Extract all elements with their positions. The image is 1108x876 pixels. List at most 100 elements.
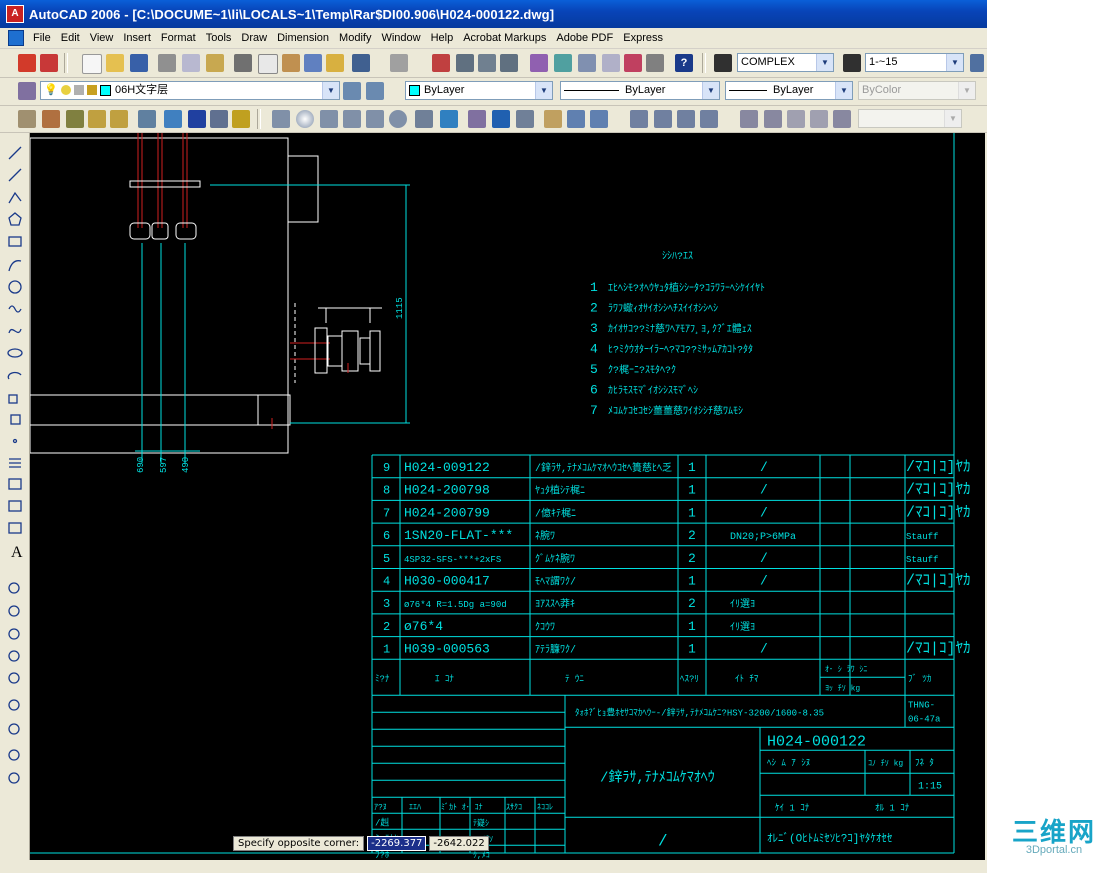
pan-icon[interactable] bbox=[432, 54, 450, 72]
dimension-style-icon[interactable] bbox=[843, 54, 861, 72]
menu-dimension[interactable]: Dimension bbox=[274, 32, 336, 44]
viewport-dialog-icon[interactable] bbox=[764, 110, 782, 128]
drawing-area[interactable]: 1115 690 597 490 ｼｼﾊ?ｴｽ 1 ｴﾋﾍｼﾓ?ｵﾍｳﾔｭﾀ植ｼｼ… bbox=[30, 133, 985, 860]
dimension-aligned-icon[interactable] bbox=[66, 110, 84, 128]
layer-isolate-icon[interactable] bbox=[210, 110, 228, 128]
layer-previous-icon[interactable] bbox=[366, 82, 384, 100]
design-center-icon[interactable] bbox=[554, 54, 572, 72]
pdf-options-icon[interactable] bbox=[40, 54, 58, 72]
unlock-icon[interactable] bbox=[232, 110, 250, 128]
dimension-linear-icon[interactable] bbox=[42, 110, 60, 128]
help-icon[interactable]: ? bbox=[675, 54, 693, 72]
viewport-polygon-icon[interactable] bbox=[787, 110, 805, 128]
menu-insert[interactable]: Insert bbox=[120, 32, 158, 44]
open-icon[interactable] bbox=[106, 54, 124, 72]
table-style-icon[interactable] bbox=[970, 54, 984, 72]
setup-profile-icon[interactable] bbox=[590, 110, 608, 128]
setup-drawing-icon[interactable] bbox=[544, 110, 562, 128]
autocad-app-icon[interactable]: A bbox=[6, 5, 24, 23]
chevron-down-icon[interactable]: ▼ bbox=[702, 82, 719, 99]
coordinate-x-input[interactable]: -2269.377 bbox=[367, 836, 427, 851]
tool-palettes-icon[interactable] bbox=[578, 54, 596, 72]
menu-acrobat-markups[interactable]: Acrobat Markups bbox=[460, 32, 553, 44]
redo-icon[interactable] bbox=[390, 54, 408, 72]
snowflake-icon[interactable] bbox=[138, 110, 156, 128]
undo-icon[interactable] bbox=[352, 54, 370, 72]
plot-preview-icon[interactable] bbox=[182, 54, 200, 72]
menu-view[interactable]: View bbox=[87, 32, 121, 44]
lineweight-select[interactable]: ByLayer ▼ bbox=[725, 81, 853, 100]
save-icon[interactable] bbox=[130, 54, 148, 72]
coordinate-y-input[interactable]: -2642.022 bbox=[429, 836, 489, 851]
subtract-icon[interactable] bbox=[654, 110, 672, 128]
zoom-realtime-icon[interactable] bbox=[456, 54, 474, 72]
zoom-previous-icon[interactable] bbox=[500, 54, 518, 72]
interfere-icon[interactable] bbox=[516, 110, 534, 128]
section-icon[interactable] bbox=[468, 110, 486, 128]
copy-icon[interactable] bbox=[258, 54, 278, 74]
extrude-icon[interactable] bbox=[415, 110, 433, 128]
layer-select[interactable]: 💡 06H文字层 ▼ bbox=[40, 81, 340, 100]
sphere-icon[interactable] bbox=[296, 110, 314, 128]
viewport-clip-icon[interactable] bbox=[833, 110, 851, 128]
markup-icon[interactable] bbox=[624, 54, 642, 72]
chevron-down-icon[interactable]: ▼ bbox=[535, 82, 552, 99]
match-properties-icon[interactable] bbox=[304, 54, 322, 72]
cylinder-icon[interactable] bbox=[320, 110, 338, 128]
color-select[interactable]: ByLayer ▼ bbox=[405, 81, 553, 100]
new-icon[interactable] bbox=[82, 54, 102, 74]
menu-tools[interactable]: Tools bbox=[203, 32, 239, 44]
light-bulb-on-icon[interactable] bbox=[164, 110, 182, 128]
menu-file[interactable]: File bbox=[30, 32, 58, 44]
title-bar[interactable]: A AutoCAD 2006 - [C:\DOCUME~1\li\LOCALS~… bbox=[0, 0, 987, 28]
calculator-icon[interactable] bbox=[646, 54, 664, 72]
properties-icon[interactable] bbox=[530, 54, 548, 72]
bom-header-material: ｲﾄ ﾁﾏ bbox=[735, 673, 759, 684]
text-style-icon[interactable] bbox=[714, 54, 732, 72]
menu-help[interactable]: Help bbox=[428, 32, 461, 44]
chevron-down-icon[interactable]: ▼ bbox=[322, 82, 339, 99]
block-editor-icon[interactable] bbox=[326, 54, 344, 72]
sheet-set-icon[interactable] bbox=[602, 54, 620, 72]
cad-drawing[interactable]: 1115 690 597 490 ｼｼﾊ?ｴｽ 1 ｴﾋﾍｼﾓ?ｵﾍｳﾔｭﾀ植ｼｼ… bbox=[30, 133, 985, 860]
viewport-single-icon[interactable] bbox=[740, 110, 758, 128]
pdf-icon[interactable] bbox=[18, 54, 36, 72]
menu-express[interactable]: Express bbox=[620, 32, 670, 44]
linetype-select[interactable]: ByLayer ▼ bbox=[560, 81, 720, 100]
solid-edit-icon[interactable] bbox=[700, 110, 718, 128]
pin-icon[interactable] bbox=[188, 110, 206, 128]
chevron-down-icon[interactable]: ▼ bbox=[835, 82, 852, 99]
dimension-style-select[interactable]: 1-~15 ▼ bbox=[865, 53, 964, 72]
menu-window[interactable]: Window bbox=[378, 32, 427, 44]
intersect-icon[interactable] bbox=[677, 110, 695, 128]
setup-view-icon[interactable] bbox=[567, 110, 585, 128]
menu-format[interactable]: Format bbox=[158, 32, 203, 44]
point-icon bbox=[12, 438, 18, 444]
cone-icon[interactable] bbox=[343, 110, 361, 128]
text-style-select[interactable]: COMPLEX ▼ bbox=[737, 53, 834, 72]
mtext-icon[interactable] bbox=[110, 110, 128, 128]
paste-icon[interactable] bbox=[282, 54, 300, 72]
wedge-icon[interactable] bbox=[366, 110, 384, 128]
make-current-layer-icon[interactable] bbox=[343, 82, 361, 100]
viewport-object-icon[interactable] bbox=[810, 110, 828, 128]
cut-icon[interactable] bbox=[234, 54, 252, 72]
menu-adobe-pdf[interactable]: Adobe PDF bbox=[553, 32, 620, 44]
menu-draw[interactable]: Draw bbox=[238, 32, 274, 44]
zoom-window-icon[interactable] bbox=[478, 54, 496, 72]
publish-icon[interactable] bbox=[206, 54, 224, 72]
torus-icon[interactable] bbox=[389, 110, 407, 128]
hatch-icon[interactable] bbox=[18, 110, 36, 128]
box-icon[interactable] bbox=[272, 110, 290, 128]
union-icon[interactable] bbox=[630, 110, 648, 128]
revolve-icon[interactable] bbox=[440, 110, 458, 128]
slice-icon[interactable] bbox=[492, 110, 510, 128]
chevron-down-icon[interactable]: ▼ bbox=[946, 54, 963, 71]
print-icon[interactable] bbox=[158, 54, 176, 72]
document-icon[interactable] bbox=[8, 30, 24, 46]
chevron-down-icon[interactable]: ▼ bbox=[816, 54, 833, 71]
layer-manager-icon[interactable] bbox=[18, 82, 36, 100]
menu-edit[interactable]: Edit bbox=[58, 32, 87, 44]
text-icon[interactable] bbox=[88, 110, 106, 128]
menu-modify[interactable]: Modify bbox=[336, 32, 378, 44]
